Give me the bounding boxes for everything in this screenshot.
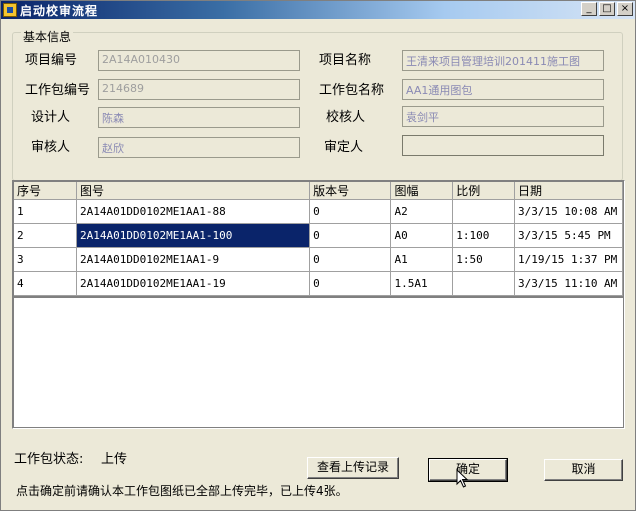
drawings-grid[interactable]: 序号 图号 版本号 图幅 比例 日期 1 2A14A01DD0102ME1AA1-… <box>12 180 625 429</box>
view-upload-records-button[interactable]: 查看上传记录 <box>307 457 399 479</box>
cell-drawing-no[interactable]: 2A14A01DD0102ME1AA1-88 <box>76 199 311 224</box>
approver-field[interactable] <box>402 135 604 156</box>
package-status-value: 上传 <box>101 452 128 467</box>
approver-label: 审定人 <box>324 140 364 155</box>
grid-empty-area <box>14 298 623 427</box>
cell-date[interactable]: 1/19/15 1:37 PM <box>514 247 624 272</box>
col-header-scale[interactable]: 比例 <box>452 182 515 200</box>
project-code-field[interactable]: 2A14A010430 <box>98 50 300 71</box>
cell-drawing-no[interactable]: 2A14A01DD0102ME1AA1-9 <box>76 247 311 272</box>
table-row[interactable]: 3 2A14A01DD0102ME1AA1-9 0 A1 1:50 1/19/15 1:3… <box>14 247 624 272</box>
mouse-cursor-icon <box>456 469 469 488</box>
col-header-index[interactable]: 序号 <box>14 182 77 200</box>
col-header-version[interactable]: 版本号 <box>309 182 392 200</box>
app-icon <box>3 3 17 17</box>
col-header-size[interactable]: 图幅 <box>390 182 454 200</box>
cell-date[interactable]: 3/3/15 11:10 AM <box>514 271 624 296</box>
cell-scale[interactable] <box>452 271 515 296</box>
upload-note: 点击确定前请确认本工作包图纸已全部上传完毕，已上传4张。 <box>16 484 348 498</box>
cell-size[interactable]: A2 <box>390 199 454 224</box>
cell-scale[interactable] <box>452 199 515 224</box>
drawings-table: 序号 图号 版本号 图幅 比例 日期 1 2A14A01DD0102ME1AA1-… <box>14 182 624 296</box>
table-header-row: 序号 图号 版本号 图幅 比例 日期 <box>14 182 624 200</box>
minimize-button[interactable]: _ <box>581 2 597 16</box>
basic-info-legend: 基本信息 <box>21 28 74 45</box>
cell-index[interactable]: 4 <box>14 271 77 296</box>
package-status-label: 工作包状态: <box>14 452 84 467</box>
cell-scale[interactable]: 1:50 <box>452 247 515 272</box>
table-row[interactable]: 2 2A14A01DD0102ME1AA1-100 0 A0 1:100 3/3/15 5… <box>14 223 624 248</box>
close-button[interactable]: × <box>617 2 633 16</box>
cell-date[interactable]: 3/3/15 10:08 AM <box>514 199 624 224</box>
cancel-button[interactable]: 取消 <box>544 459 623 481</box>
reviewer-label: 审核人 <box>31 140 71 155</box>
project-name-field[interactable]: 王清来项目管理培训201411施工图 <box>402 50 604 71</box>
designer-label: 设计人 <box>31 110 71 125</box>
table-row[interactable]: 1 2A14A01DD0102ME1AA1-88 0 A2 3/3/15 10:08 A… <box>14 199 624 224</box>
package-code-label: 工作包编号 <box>25 83 91 98</box>
cell-version[interactable]: 0 <box>309 223 392 248</box>
maximize-button[interactable]: □ <box>599 2 615 16</box>
cell-scale[interactable]: 1:100 <box>452 223 515 248</box>
package-code-field[interactable]: 214689 <box>98 79 300 100</box>
title-bar[interactable]: 启动校审流程 _ □ × <box>1 1 635 19</box>
checker-field[interactable]: 袁剑平 <box>402 106 604 127</box>
cell-index[interactable]: 2 <box>14 223 77 248</box>
table-row[interactable]: 4 2A14A01DD0102ME1AA1-19 0 1.5A1 3/3/15 11:1… <box>14 271 624 296</box>
project-name-label: 项目名称 <box>319 53 372 68</box>
cell-version[interactable]: 0 <box>309 247 392 272</box>
cell-index[interactable]: 3 <box>14 247 77 272</box>
cell-size[interactable]: 1.5A1 <box>390 271 454 296</box>
cell-date[interactable]: 3/3/15 5:45 PM <box>514 223 624 248</box>
cell-version[interactable]: 0 <box>309 271 392 296</box>
cell-drawing-no[interactable]: 2A14A01DD0102ME1AA1-100 <box>76 223 311 248</box>
cell-size[interactable]: A1 <box>390 247 454 272</box>
cell-index[interactable]: 1 <box>14 199 77 224</box>
cell-size[interactable]: A0 <box>390 223 454 248</box>
col-header-date[interactable]: 日期 <box>514 182 624 200</box>
cell-version[interactable]: 0 <box>309 199 392 224</box>
project-code-label: 项目编号 <box>25 53 78 68</box>
package-name-field[interactable]: AA1通用图包 <box>402 79 604 100</box>
reviewer-field[interactable]: 赵欣 <box>98 137 300 158</box>
designer-field[interactable]: 陈森 <box>98 107 300 128</box>
window-title: 启动校审流程 <box>20 4 99 18</box>
dialog-content: 基本信息 项目编号 2A14A010430 项目名称 王清来项目管理培训2014… <box>1 20 635 510</box>
dialog-window: 启动校审流程 _ □ × 基本信息 项目编号 2A14A010430 项目名称 … <box>0 0 636 511</box>
checker-label: 校核人 <box>326 110 366 125</box>
package-name-label: 工作包名称 <box>319 83 385 98</box>
cell-drawing-no[interactable]: 2A14A01DD0102ME1AA1-19 <box>76 271 311 296</box>
col-header-drawing-no[interactable]: 图号 <box>76 182 311 200</box>
